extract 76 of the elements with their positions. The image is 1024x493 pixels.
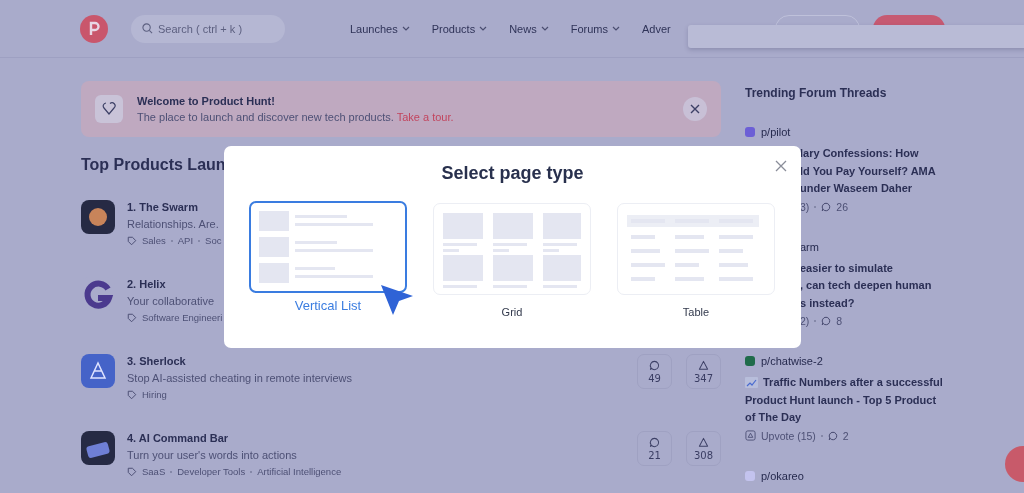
cursor-icon — [380, 284, 414, 316]
thread-title[interactable]: Product Hunt launch - Top 5 Product — [745, 391, 937, 409]
upvote-icon — [745, 430, 756, 441]
close-icon — [690, 104, 700, 114]
search-field[interactable]: Search ( ctrl + k ) — [131, 14, 285, 43]
product-tagline: Turn your user's words into actions — [127, 448, 297, 463]
product-name[interactable]: 4. AI Command Bar — [127, 430, 229, 447]
logo-icon[interactable] — [80, 14, 108, 43]
product-tag[interactable]: Sales — [142, 235, 166, 246]
chart-icon — [745, 377, 758, 389]
product-logo-icon — [81, 354, 115, 388]
comment-icon — [821, 201, 832, 212]
product-tag[interactable]: Soc — [205, 235, 222, 246]
thread-title[interactable]: , can tech deepen human — [800, 277, 932, 295]
forum-name[interactable]: p/pilot — [761, 125, 791, 139]
tag-icon — [127, 235, 137, 246]
thread-title[interactable]: of The Day — [745, 409, 802, 427]
product-name[interactable]: 2. Helix — [127, 276, 166, 293]
tag-icon — [127, 466, 137, 477]
product-tag[interactable]: Developer Tools — [177, 466, 246, 477]
comment-count: 2 — [842, 429, 849, 442]
thread-title[interactable]: Traffic Numbers after a successful — [763, 374, 943, 392]
close-button[interactable] — [773, 158, 789, 174]
comment-count-button[interactable]: 49 — [637, 354, 672, 389]
tag-icon — [127, 312, 137, 323]
upvote-count: 3) — [800, 200, 810, 213]
product-tag[interactable]: Hiring — [142, 389, 167, 400]
product-tag[interactable]: Software Engineeri — [142, 312, 223, 323]
caret-icon — [479, 26, 488, 31]
product-tagline: Stop AI-assisted cheating in remote interviews — [127, 371, 352, 386]
forum-name[interactable]: arm — [800, 239, 819, 254]
comment-icon — [821, 316, 832, 326]
nav-link[interactable]: Launches — [350, 22, 410, 35]
product-name[interactable]: 3. Sherlock — [127, 353, 186, 370]
nav-link[interactable]: Forums — [570, 22, 620, 35]
product-logo-icon — [81, 200, 115, 234]
upvote-button[interactable]: 347 — [686, 354, 721, 389]
modal-title: Select page type — [441, 163, 584, 184]
banner-title: Welcome to Product Hunt! — [137, 95, 276, 107]
comment-count: 8 — [836, 315, 843, 327]
product-name[interactable]: 1. The Swarm — [127, 199, 198, 216]
thread-title[interactable]: s instead? — [800, 294, 855, 312]
product-logo-icon — [81, 431, 115, 465]
product-tagline: Relationships. Are. — [127, 217, 219, 232]
forum-name[interactable]: p/okareo — [761, 468, 804, 483]
product-tag[interactable]: SaaS — [142, 466, 166, 477]
comment-icon — [649, 436, 660, 448]
thread-title[interactable]: ld You Pay Yourself? AMA — [800, 162, 936, 180]
section-heading: Top Products Laun — [81, 156, 226, 174]
upvote-icon — [698, 359, 709, 371]
upvote-count: 2) — [800, 315, 810, 327]
caret-icon — [540, 26, 549, 31]
tag-icon — [127, 389, 137, 400]
product-tagline: Your collaborative — [127, 294, 215, 309]
section-heading: Trending Forum Threads — [745, 86, 888, 100]
product-tag[interactable]: API — [177, 235, 194, 246]
thread-title[interactable]: lary Confessions: How — [800, 145, 919, 163]
comment-icon — [649, 359, 660, 371]
forum-name[interactable]: p/chatwise-2 — [761, 354, 823, 368]
nav-link[interactable]: Products — [431, 22, 488, 35]
caret-icon — [611, 26, 620, 31]
search-icon — [142, 22, 153, 34]
upvote-count: Upvote (15) — [761, 429, 816, 442]
thread-title[interactable]: easier to simulate — [800, 259, 893, 277]
upvote-button[interactable]: 308 — [686, 431, 721, 466]
upvote-icon — [698, 436, 709, 448]
comment-count: 26 — [836, 200, 849, 213]
nav-link[interactable]: News — [509, 22, 549, 35]
product-tag[interactable]: Artificial Intelligence — [257, 466, 342, 477]
nav-link[interactable]: Adver — [641, 22, 671, 35]
comment-icon — [827, 430, 838, 441]
banner-text: The place to launch and discover new tech products. Take a tour. — [137, 111, 454, 123]
comment-count-button[interactable]: 21 — [637, 431, 672, 466]
caret-icon — [401, 26, 410, 31]
close-button[interactable] — [683, 97, 707, 121]
thread-title[interactable]: under Waseem Daher — [800, 180, 913, 198]
